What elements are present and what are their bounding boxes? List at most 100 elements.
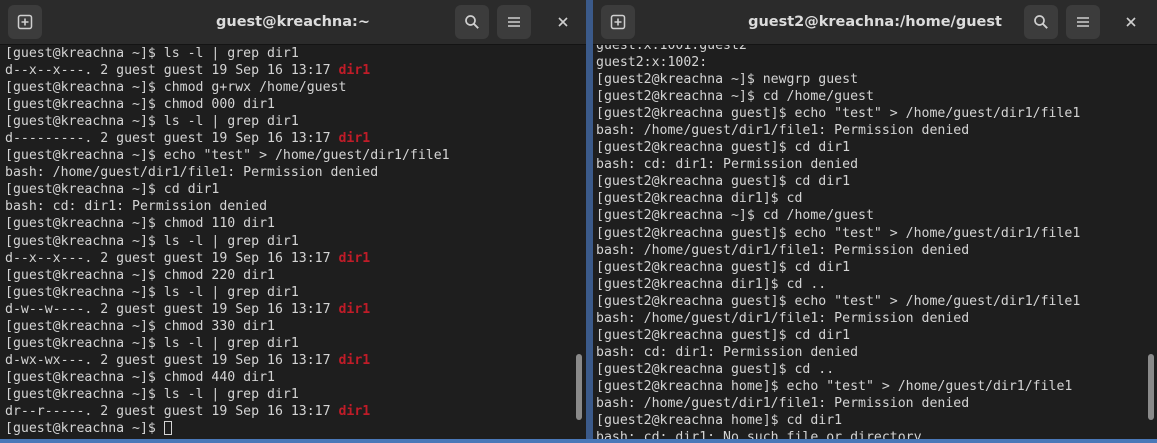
- terminal-line: [guest2@kreachna home]$ cd dir1: [596, 412, 1080, 429]
- line-text: dr--r-----. 2 guest guest 19 Sep 16 13:1…: [5, 403, 339, 419]
- line-text: bash: /home/guest/dir1/file1: Permission…: [596, 310, 970, 326]
- line-text: bash: /home/guest/dir1/file1: Permission…: [596, 395, 970, 411]
- terminal-line: bash: /home/guest/dir1/file1: Permission…: [596, 242, 1080, 259]
- line-text: bash: /home/guest/dir1/file1: Permission…: [5, 165, 379, 181]
- terminal-line: d-wx-wx---. 2 guest guest 19 Sep 16 13:1…: [5, 352, 450, 369]
- terminal-line: [guest2@kreachna guest]$ cd dir1: [596, 327, 1080, 344]
- vertical-scrollbar[interactable]: [1147, 45, 1155, 443]
- terminal-line: bash: cd: dir1: Permission denied: [596, 156, 1080, 173]
- terminal-line: d-w--w----. 2 guest guest 19 Sep 16 13:1…: [5, 301, 450, 318]
- terminal-line: bash: /home/guest/dir1/file1: Permission…: [5, 164, 450, 181]
- line-text: [guest@kreachna ~]$ ls -l | grep dir1: [5, 284, 299, 300]
- hamburger-menu-icon: [507, 16, 521, 28]
- terminal-line: [guest@kreachna ~]$: [5, 420, 450, 437]
- line-text: [guest@kreachna ~]$ chmod 110 dir1: [5, 216, 275, 232]
- new-tab-icon: [17, 14, 33, 30]
- search-icon: [464, 14, 480, 30]
- search-button[interactable]: [1024, 5, 1058, 39]
- terminal-line: [guest2@kreachna guest]$ echo "test" > /…: [596, 105, 1080, 122]
- terminal-window-guest2[interactable]: guest2@kreachna:/home/guest guest:x:1001…: [593, 0, 1157, 443]
- terminal-output[interactable]: guest:x:1001:guest2 guest2:x:1002: [guest2…: [593, 45, 1157, 443]
- terminal-line: [guest@kreachna ~]$ ls -l | grep dir1: [5, 233, 450, 250]
- line-text: [guest@kreachna ~]$ cd dir1: [5, 182, 220, 198]
- line-text: [guest2@kreachna home]$ echo "test" > /h…: [596, 378, 1073, 394]
- line-text: bash: cd: dir1: Permission denied: [596, 157, 859, 173]
- terminal-line: [guest2@kreachna home]$ echo "test" > /h…: [596, 378, 1080, 395]
- menu-button[interactable]: [497, 5, 531, 39]
- terminal-line: [guest@kreachna ~]$ chmod 440 dir1: [5, 369, 450, 386]
- line-text: [guest2@kreachna guest]$ echo "test" > /…: [596, 225, 1081, 241]
- line-text: [guest@kreachna ~]$ chmod 000 dir1: [5, 97, 275, 113]
- terminal-line: [guest2@kreachna ~]$ cd /home/guest: [596, 207, 1080, 224]
- terminal-line: [guest2@kreachna dir1]$ cd: [596, 190, 1080, 207]
- hamburger-menu-icon: [1076, 16, 1090, 28]
- scrollbar-thumb[interactable]: [576, 354, 582, 420]
- terminal-line: dr--r-----. 2 guest guest 19 Sep 16 13:1…: [5, 403, 450, 420]
- line-text: [guest2@kreachna guest]$ cd ..: [596, 361, 835, 377]
- terminal-line: [guest@kreachna ~]$ chmod 330 dir1: [5, 318, 450, 335]
- line-text: [guest2@kreachna dir1]$ cd ..: [596, 276, 827, 292]
- line-text: guest2:x:1002:: [596, 55, 708, 71]
- line-text: [guest2@kreachna dir1]$ cd: [596, 191, 803, 207]
- line-text: [guest@kreachna ~]$ ls -l | grep dir1: [5, 114, 299, 130]
- vertical-scrollbar[interactable]: [575, 45, 583, 443]
- search-button[interactable]: [455, 5, 489, 39]
- terminal-line: [guest2@kreachna guest]$ cd dir1: [596, 259, 1080, 276]
- terminal-line: [guest2@kreachna ~]$ newgrp guest: [596, 71, 1080, 88]
- terminal-output[interactable]: [guest@kreachna ~]$ ls -l | grep dir1 d--…: [0, 45, 586, 443]
- terminal-line: [guest@kreachna ~]$ chmod 110 dir1: [5, 215, 450, 232]
- line-text: [guest2@kreachna ~]$ cd /home/guest: [596, 208, 874, 224]
- close-button[interactable]: [1114, 5, 1148, 39]
- terminal-line: [guest2@kreachna guest]$ cd ..: [596, 361, 1080, 378]
- output-lines: guest:x:1001:guest2 guest2:x:1002: [guest2…: [596, 45, 1080, 443]
- terminal-window-guest[interactable]: guest@kreachna:~ [guest@kreachna ~]$ ls …: [0, 0, 586, 443]
- desktop-panel-edge: [0, 439, 1157, 443]
- terminal-line: [guest@kreachna ~]$ ls -l | grep dir1: [5, 45, 450, 62]
- directory-name: dir1: [338, 352, 371, 368]
- close-button[interactable]: [546, 5, 580, 39]
- terminal-line: guest:x:1001:guest2: [596, 45, 1080, 54]
- line-text: [guest2@kreachna ~]$ cd /home/guest: [596, 89, 874, 105]
- line-text: d-wx-wx---. 2 guest guest 19 Sep 16 13:1…: [5, 352, 339, 368]
- terminal-line: bash: /home/guest/dir1/file1: Permission…: [596, 310, 1080, 327]
- terminal-line: bash: cd: dir1: Permission denied: [5, 198, 450, 215]
- line-text: [guest2@kreachna guest]$ cd dir1: [596, 259, 851, 275]
- line-text: guest:x:1001:guest2: [596, 45, 747, 53]
- line-text: d-w--w----. 2 guest guest 19 Sep 16 13:1…: [5, 301, 339, 317]
- terminal-line: d--x--x---. 2 guest guest 19 Sep 16 13:1…: [5, 62, 450, 79]
- headerbar: guest@kreachna:~: [0, 0, 586, 45]
- new-tab-icon: [610, 14, 626, 30]
- new-tab-button[interactable]: [8, 5, 42, 39]
- directory-name: dir1: [338, 131, 371, 147]
- line-text: bash: cd: dir1: Permission denied: [5, 199, 268, 215]
- close-icon: [1125, 16, 1137, 28]
- line-text: [guest2@kreachna ~]$ newgrp guest: [596, 72, 859, 88]
- line-text: d--x--x---. 2 guest guest 19 Sep 16 13:1…: [5, 63, 339, 79]
- line-text: [guest2@kreachna guest]$ cd dir1: [596, 140, 851, 156]
- terminal-line: d---------. 2 guest guest 19 Sep 16 13:1…: [5, 130, 450, 147]
- terminal-line: bash: /home/guest/dir1/file1: Permission…: [596, 395, 1080, 412]
- directory-name: dir1: [338, 63, 371, 79]
- terminal-line: [guest2@kreachna guest]$ echo "test" > /…: [596, 225, 1080, 242]
- search-icon: [1033, 14, 1049, 30]
- line-text: d---------. 2 guest guest 19 Sep 16 13:1…: [5, 131, 339, 147]
- terminal-line: [guest@kreachna ~]$ ls -l | grep dir1: [5, 386, 450, 403]
- line-text: [guest@kreachna ~]$ ls -l | grep dir1: [5, 335, 299, 351]
- output-lines: [guest@kreachna ~]$ ls -l | grep dir1 d--…: [5, 45, 450, 437]
- text-cursor: [163, 421, 172, 436]
- directory-name: dir1: [338, 250, 371, 266]
- line-text: [guest2@kreachna guest]$ cd dir1: [596, 327, 851, 343]
- line-text: [guest@kreachna ~]$ echo "test" > /home/…: [5, 148, 450, 164]
- menu-button[interactable]: [1066, 5, 1100, 39]
- line-text: bash: cd: dir1: Permission denied: [596, 344, 859, 360]
- directory-name: dir1: [338, 301, 371, 317]
- scrollbar-thumb[interactable]: [1148, 354, 1154, 420]
- line-text: [guest2@kreachna guest]$ echo "test" > /…: [596, 106, 1081, 122]
- line-text: d--x--x---. 2 guest guest 19 Sep 16 13:1…: [5, 250, 339, 266]
- terminal-line: [guest2@kreachna dir1]$ cd ..: [596, 276, 1080, 293]
- new-tab-button[interactable]: [601, 5, 635, 39]
- terminal-line: [guest2@kreachna guest]$ cd dir1: [596, 173, 1080, 190]
- terminal-line: [guest@kreachna ~]$ chmod 000 dir1: [5, 96, 450, 113]
- terminal-line: [guest@kreachna ~]$ ls -l | grep dir1: [5, 284, 450, 301]
- terminal-line: [guest@kreachna ~]$ ls -l | grep dir1: [5, 335, 450, 352]
